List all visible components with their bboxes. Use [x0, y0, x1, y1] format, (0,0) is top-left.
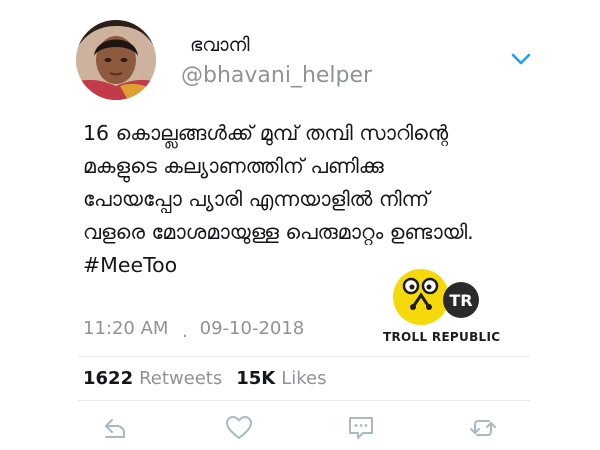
divider: [78, 400, 530, 401]
reply-icon[interactable]: [100, 413, 130, 443]
logo-caption: TROLL REPUBLIC: [383, 330, 501, 344]
logo-badge: TR: [449, 291, 472, 310]
likes-count[interactable]: 15K: [236, 368, 275, 389]
tweet-text-line: പോയപ്പോ പ്യാരി എന്നയാളിൽ നിന്ന്: [83, 187, 430, 211]
retweets-label[interactable]: Retweets: [139, 368, 222, 389]
tweet-text-line: മകളുടെ കല്യാണത്തിന് പണിക്കു: [83, 154, 384, 178]
user-handle[interactable]: @bhavani_helper: [181, 63, 372, 88]
tweet-actions: [0, 413, 600, 443]
display-name[interactable]: ഭവാനി: [190, 34, 250, 56]
retweet-icon[interactable]: [468, 413, 498, 443]
tweet-text-line: വളരെ മോശമായുള്ള പെരുമാറ്റം ഉണ്ടായി.: [83, 220, 474, 244]
tweet-time: 11:20 AM: [83, 318, 169, 339]
timestamp-separator: .: [182, 321, 188, 342]
chevron-down-icon[interactable]: [510, 50, 532, 68]
tweet-text-line: 16 കൊല്ലങ്ങൾക്ക് മുമ്പ് തമ്പി സാറിന്റെ: [83, 121, 449, 145]
avatar[interactable]: [76, 20, 156, 100]
avatar-image: [76, 20, 156, 100]
message-icon[interactable]: [346, 413, 376, 443]
heart-icon[interactable]: [224, 413, 254, 443]
likes-label[interactable]: Likes: [281, 368, 326, 389]
tweet-stats: 1622 Retweets 15K Likes: [83, 368, 341, 389]
retweets-count[interactable]: 1622: [83, 368, 133, 389]
divider: [78, 356, 530, 357]
tweet-timestamp[interactable]: 11:20 AM . 09-10-2018: [83, 318, 305, 342]
tweet-date: 09-10-2018: [199, 318, 305, 339]
tweet-text: 16 കൊല്ലങ്ങൾക്ക് മുമ്പ് തമ്പി സാറിന്റെ മ…: [83, 117, 563, 282]
